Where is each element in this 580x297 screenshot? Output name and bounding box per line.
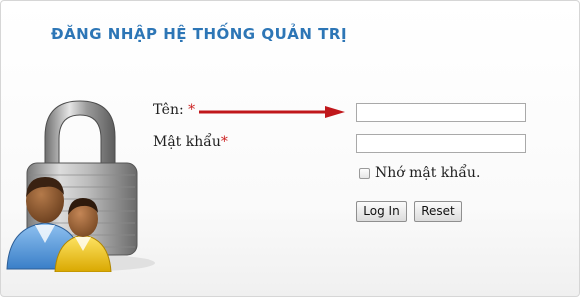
remember-checkbox[interactable] <box>359 167 370 179</box>
remember-me[interactable]: Nhớ mật khẩu. <box>359 165 480 181</box>
padlock-users-icon <box>6 100 155 272</box>
login-button[interactable]: Log In <box>356 201 407 222</box>
username-label: Tên: * <box>153 102 195 118</box>
username-required-mark: * <box>188 102 196 118</box>
username-label-text: Tên: <box>153 102 189 118</box>
password-label-text: Mật khẩu <box>153 134 221 150</box>
password-field[interactable] <box>356 134 526 153</box>
page-title: ĐĂNG NHẬP HỆ THỐNG QUẢN TRỊ <box>51 25 348 43</box>
password-required-mark: * <box>220 134 228 150</box>
remember-label: Nhớ mật khẩu. <box>375 165 481 181</box>
username-field[interactable] <box>356 103 526 122</box>
arrow-right-icon <box>199 106 345 118</box>
reset-button[interactable]: Reset <box>414 201 462 222</box>
password-label: Mật khẩu* <box>153 134 228 150</box>
login-panel: ĐĂNG NHẬP HỆ THỐNG QUẢN TRỊ Tên: * Mật k… <box>0 0 580 297</box>
